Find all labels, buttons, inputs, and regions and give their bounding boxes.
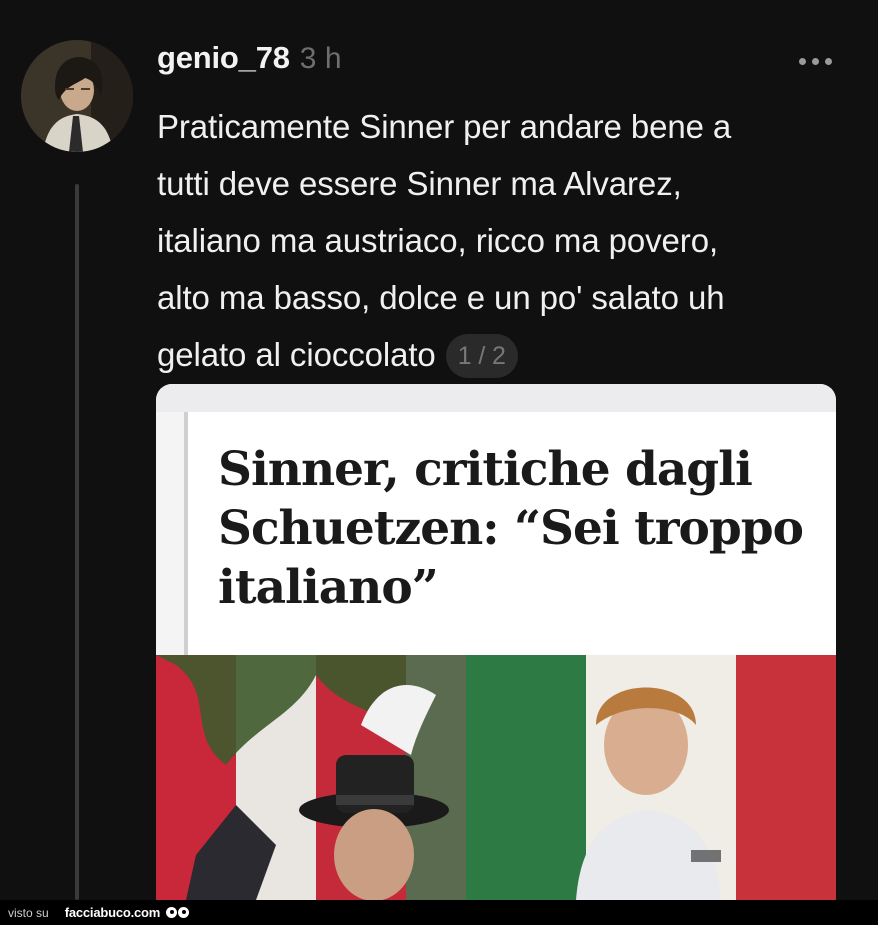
brand-logo-text: facciabuco.com xyxy=(64,905,161,920)
headline-line: Sinner, critiche dagli xyxy=(218,442,753,497)
more-horizontal-icon xyxy=(798,57,806,65)
comment-header: genio_78 3 h xyxy=(157,40,342,86)
comment-text-line: Praticamente Sinner per andare bene a xyxy=(157,108,732,145)
comment-screen: genio_78 3 h Praticamente Sinner per and… xyxy=(0,0,878,925)
thread-line xyxy=(75,184,79,900)
brand-eyes-icon xyxy=(166,907,190,918)
comment-text-line: italiano ma austriaco, ricco ma povero, xyxy=(157,222,719,259)
username[interactable]: genio_78 xyxy=(157,40,290,76)
comment-text-line: tutti deve essere Sinner ma Alvarez, xyxy=(157,165,682,202)
comment-text-line: alto ma basso, dolce e un po' salato uh xyxy=(157,279,725,316)
timestamp: 3 h xyxy=(299,42,342,75)
card-top-strip xyxy=(156,384,836,412)
more-horizontal-icon-dot-2 xyxy=(811,57,819,65)
headline-line: italiano” xyxy=(218,560,439,615)
avatar-image xyxy=(21,40,133,152)
article-photo xyxy=(156,655,836,900)
comment-text-line: gelato al cioccolato xyxy=(157,336,436,373)
visto-su-label: visto su xyxy=(8,905,49,920)
user-avatar[interactable] xyxy=(21,40,133,152)
more-options-button[interactable] xyxy=(790,48,840,74)
article-headline: Sinner, critiche dagli Schuetzen: “Sei t… xyxy=(218,440,828,617)
watermark-footer: visto su facciabuco.com xyxy=(0,900,878,925)
article-photo-image xyxy=(156,655,836,900)
comment-text-line-last: gelato al cioccolato 1 / 2 xyxy=(157,326,847,383)
attached-image-card[interactable]: Sinner, critiche dagli Schuetzen: “Sei t… xyxy=(156,384,836,900)
article-headline-box: Sinner, critiche dagli Schuetzen: “Sei t… xyxy=(184,412,836,655)
more-horizontal-icon-dot-3 xyxy=(824,57,832,65)
headline-line: Schuetzen: “Sei troppo xyxy=(218,501,804,556)
comment-text: Praticamente Sinner per andare bene a tu… xyxy=(157,98,847,383)
image-counter-badge: 1 / 2 xyxy=(445,334,518,378)
